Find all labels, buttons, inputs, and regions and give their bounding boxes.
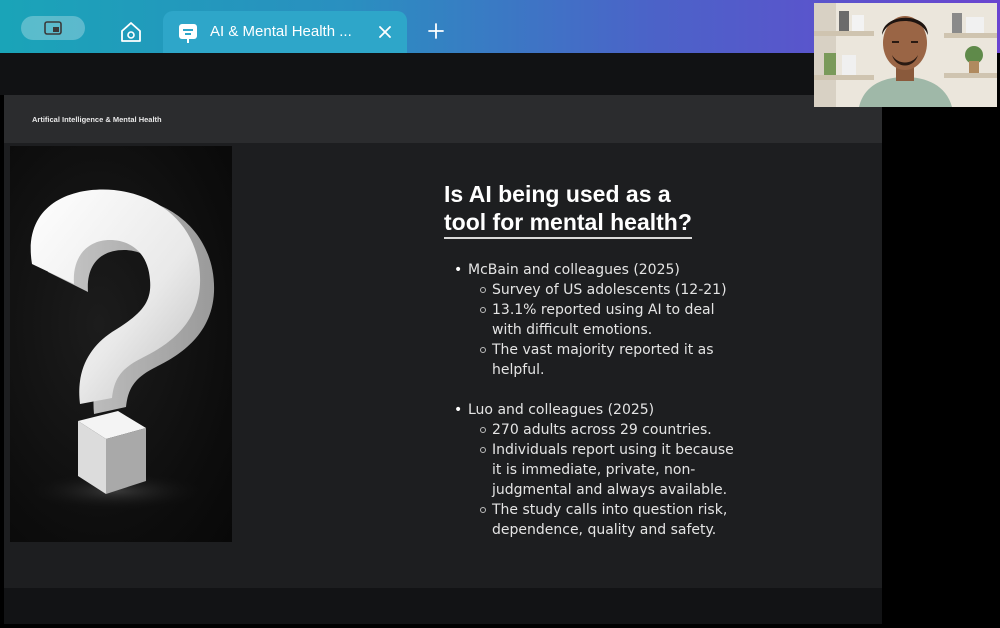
window-icon (44, 21, 62, 35)
study-point-line: with difficult emotions. (492, 322, 653, 338)
presentation-icon (179, 24, 197, 43)
study-point-line: dependence, quality and safety. (492, 522, 717, 538)
study-point-line: 270 adults across 29 countries. (492, 422, 712, 438)
window-switcher-button[interactable] (21, 16, 85, 40)
slide-title: Is AI being used as a tool for mental he… (444, 180, 692, 239)
tab-title: AI & Mental Health ... (210, 23, 352, 40)
slide-title-line1: Is AI being used as a (444, 181, 671, 207)
study-point: Survey of US adolescents (12-21) (452, 280, 752, 300)
study-point: 270 adults across 29 countries. (452, 420, 752, 440)
tab-ai-mental-health[interactable]: AI & Mental Health ... (163, 11, 407, 53)
close-icon[interactable] (377, 24, 393, 40)
slide-header-text: Artifical Intelligence & Mental Health (32, 115, 162, 124)
home-icon[interactable] (118, 19, 144, 45)
study-point-line: helpful. (492, 362, 545, 378)
plus-icon[interactable] (428, 23, 444, 39)
study-point: The study calls into question risk, depe… (452, 500, 752, 540)
slide-title-line2: tool for mental health? (444, 208, 692, 239)
slide-canvas: Is AI being used as a tool for mental he… (4, 143, 882, 588)
study-point: Individuals report using it because it i… (452, 440, 752, 500)
study-point-line: it is immediate, private, non- (492, 462, 696, 478)
study-point-line: judgmental and always available. (492, 482, 728, 498)
study-point: The vast majority reported it as helpful… (452, 340, 752, 380)
study-point: 13.1% reported using AI to deal with dif… (452, 300, 752, 340)
presenter-webcam (814, 3, 997, 107)
app-toolbar (0, 53, 882, 95)
study-heading: Luo and colleagues (2025) (452, 400, 752, 420)
study-point-line: 13.1% reported using AI to deal (492, 302, 715, 318)
study-point-line: The study calls into question risk, (492, 502, 728, 518)
study-point-line: Individuals report using it because (492, 442, 734, 458)
study-point-line: Survey of US adolescents (12-21) (492, 282, 727, 298)
bottom-bar (4, 588, 882, 624)
slide-header-bar: Artifical Intelligence & Mental Health (4, 95, 882, 143)
slide-bullets: McBain and colleagues (2025) Survey of U… (452, 260, 752, 540)
study-heading: McBain and colleagues (2025) (452, 260, 752, 280)
question-mark-image (10, 146, 232, 542)
study-point-line: The vast majority reported it as (492, 342, 714, 358)
